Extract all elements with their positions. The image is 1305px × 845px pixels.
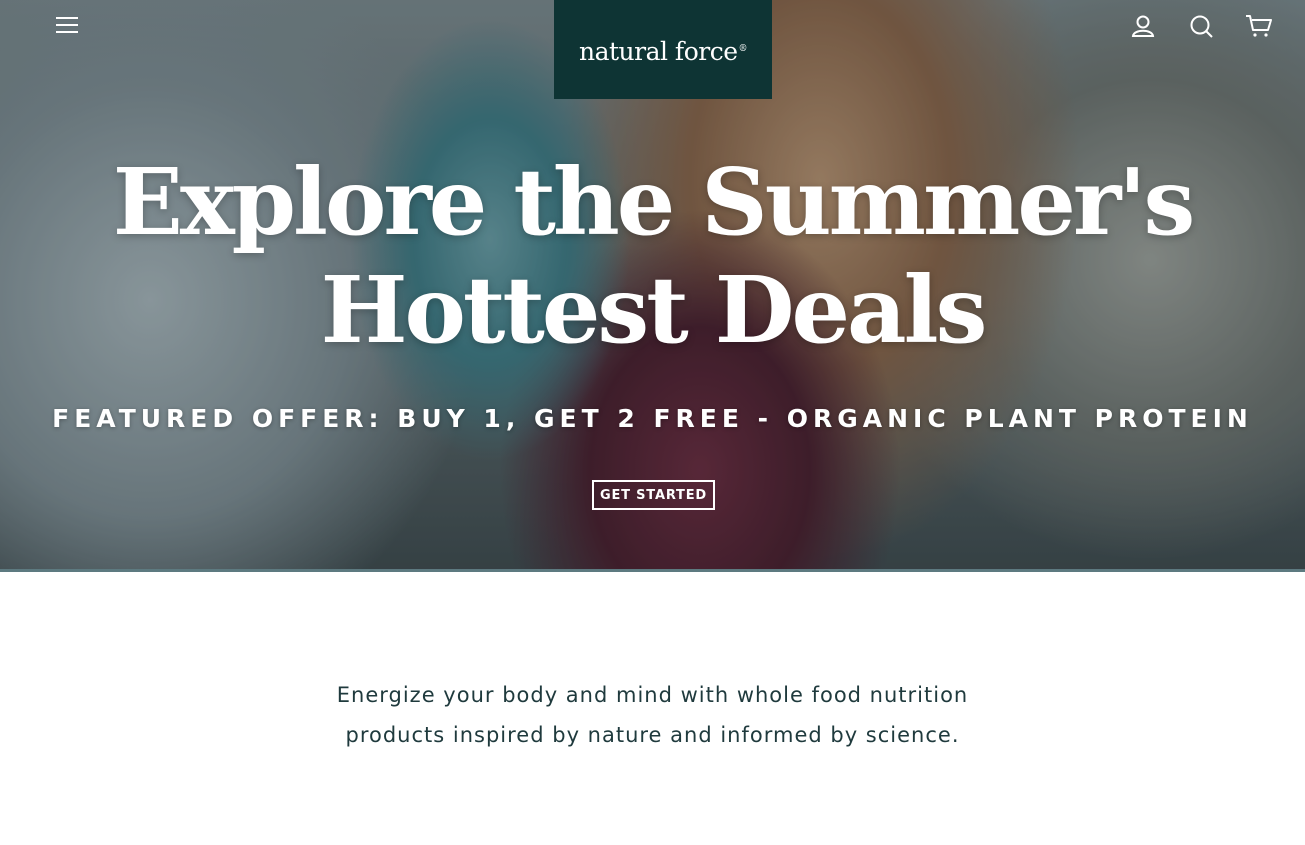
- logo-text: natural force®: [578, 37, 748, 66]
- hero-subtitle: FEATURED OFFER: BUY 1, GET 2 FREE - ORGA…: [52, 404, 1253, 433]
- cart-icon[interactable]: [1245, 12, 1273, 40]
- hero-title: Explore the Summer's Hottest Deals: [0, 148, 1305, 364]
- hero-title-line-1: Explore the Summer's: [112, 148, 1196, 256]
- intro-line-1: Energize your body and mind with whole f…: [336, 683, 969, 707]
- hero-title-line-2: Hottest Deals: [320, 256, 988, 364]
- logo-registered-mark: ®: [738, 43, 748, 54]
- hero-divider: [0, 569, 1305, 572]
- search-icon[interactable]: [1187, 12, 1215, 40]
- get-started-button[interactable]: GET STARTED: [592, 480, 715, 510]
- hamburger-menu-icon[interactable]: [55, 14, 79, 36]
- intro-text: Energize your body and mind with whole f…: [0, 675, 1305, 755]
- account-icon[interactable]: [1129, 12, 1157, 40]
- site-logo[interactable]: natural force®: [554, 0, 772, 99]
- intro-line-2: products inspired by nature and informed…: [345, 723, 960, 747]
